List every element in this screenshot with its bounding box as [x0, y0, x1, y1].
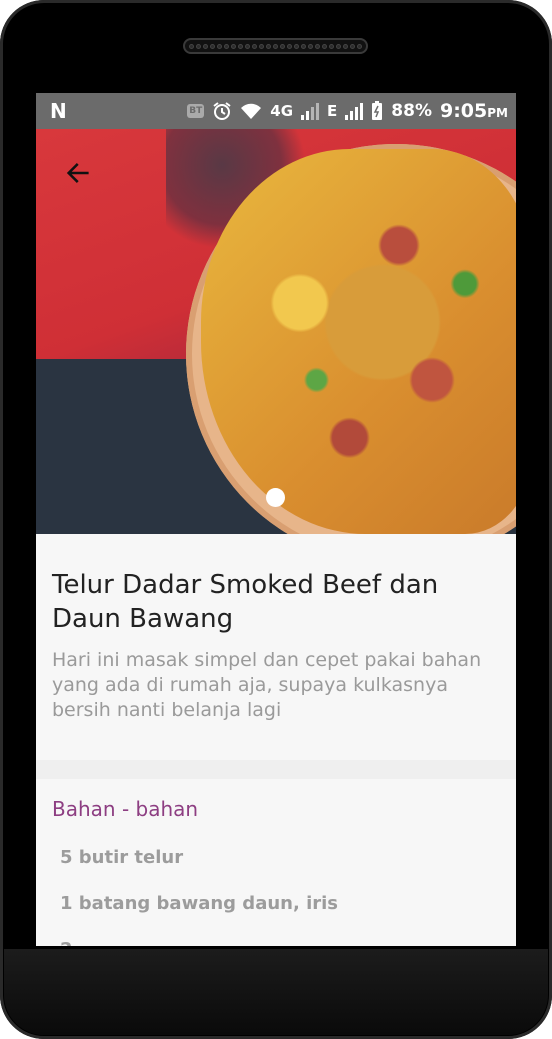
- recipe-title: Telur Dadar Smoked Beef dan Daun Bawang: [52, 570, 439, 634]
- carrier-badge: N: [50, 99, 67, 123]
- ingredient-item: 5 butir telur: [60, 847, 184, 868]
- carousel-page-indicator[interactable]: [266, 488, 285, 507]
- omelet: [201, 149, 516, 534]
- clock-ampm: PM: [487, 106, 508, 120]
- status-bar: N BT 4G E 88% 9:05PM: [36, 93, 516, 129]
- recipe-description: Hari ini masak simpel dan cepet pakai ba…: [52, 649, 482, 721]
- ingredients-section: Bahan - bahan 5 butir telur 1 batang baw…: [36, 779, 516, 946]
- bluetooth-badge: BT: [187, 104, 205, 118]
- alarm-icon: [212, 101, 232, 121]
- back-arrow-icon: [66, 163, 89, 183]
- network-e-label: E: [327, 102, 338, 120]
- recipe-photo[interactable]: [36, 129, 516, 534]
- back-button[interactable]: [58, 153, 98, 193]
- phone-chin: [4, 949, 548, 1035]
- ingredient-item: 2: [52, 939, 500, 946]
- recipe-info: Telur Dadar Smoked Beef dan Daun Bawang …: [36, 534, 516, 760]
- ingredient-item: 1 batang bawang daun, iris: [60, 893, 339, 914]
- battery-percent: 88%: [391, 101, 432, 121]
- battery-icon: [371, 101, 383, 121]
- ingredients-list: 5 butir telur 1 batang bawang daun, iris…: [52, 847, 500, 946]
- speaker-grille: [183, 38, 368, 54]
- section-divider: [36, 760, 516, 779]
- clock: 9:05PM: [439, 100, 508, 122]
- network-4g-label: 4G: [270, 102, 294, 120]
- screen: N BT 4G E 88% 9:05PM Telur Dadar Smoked …: [36, 93, 516, 946]
- ingredients-heading: Bahan - bahan: [52, 797, 199, 821]
- phone-frame: N BT 4G E 88% 9:05PM Telur Dadar Smoked …: [0, 0, 552, 1039]
- wifi-icon: [240, 102, 262, 120]
- signal-icon: [301, 102, 320, 120]
- signal-icon-2: [345, 102, 364, 120]
